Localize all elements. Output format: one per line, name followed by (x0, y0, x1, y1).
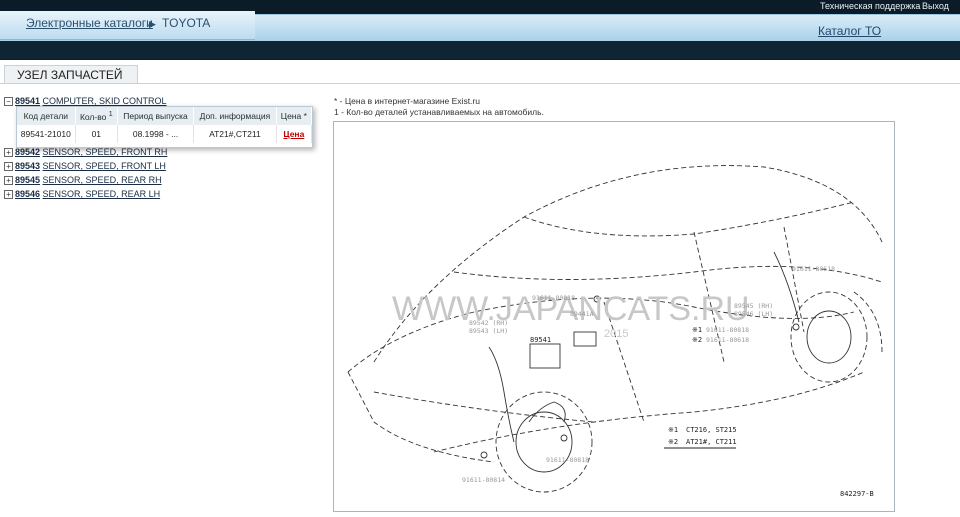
catalog-to-link[interactable]: Каталог ТО (818, 24, 881, 38)
tree-item-89542[interactable]: +89542 SENSOR, SPEED, FRONT RH (4, 147, 168, 158)
note-qty: 1 - Кол-во деталей устанавливаемых на ав… (334, 107, 544, 117)
section-tab: УЗЕЛ ЗАПЧАСТЕЙ (4, 65, 138, 84)
tree-item-name: SENSOR, SPEED, FRONT RH (42, 147, 168, 157)
tree-item-name: SENSOR, SPEED, REAR RH (42, 175, 162, 185)
cell-code: 89541-21010 (17, 125, 76, 143)
label-bolt-bottom: 91611-80814 (462, 476, 505, 484)
column-header-qty: Кол-во 1 (75, 107, 118, 125)
tree-item-code: 89541 (15, 96, 41, 106)
side-mark-1: ※1 (692, 326, 702, 334)
tree-item-code: 89545 (15, 175, 41, 185)
cell-info: AT21#,CT211 (193, 125, 277, 143)
label-89441a: 89441A (570, 310, 594, 318)
tree-item-89541[interactable]: −89541 COMPUTER, SKID CONTROL (4, 96, 167, 107)
figure-number: 842297-B (840, 490, 874, 498)
tree-item-89545[interactable]: +89545 SENSOR, SPEED, REAR RH (4, 175, 162, 186)
section-divider (0, 83, 960, 84)
side-mark-2: ※2 (692, 336, 702, 344)
label-bolt-mid1: 91611-80818 (706, 326, 749, 334)
label-89543: 89543 (LH) (469, 327, 508, 335)
table-row: 89541-21010 01 08.1998 - ... AT21#,CT211… (17, 125, 313, 143)
header-band (0, 41, 960, 59)
legend-text-2: AT21#, CT211 (686, 438, 737, 446)
tree-item-name: COMPUTER, SKID CONTROL (42, 96, 167, 106)
car-line-drawing: WWW.JAPANCATS.RU 2015 91611-80818 89441A… (347, 165, 883, 498)
legend-mark-1: ※1 (668, 426, 678, 434)
label-bolt-right: 91611-80618 (792, 265, 835, 273)
table-header-row: Код детали Кол-во 1 Период выпуска Доп. … (17, 107, 313, 125)
watermark-year: 2015 (604, 328, 628, 340)
label-89545: 89545 (RH) (734, 302, 773, 310)
chevron-right-icon: ▶ (149, 19, 156, 29)
label-bolt-wheel: 91611-80818 (546, 456, 589, 464)
qty-footnote-mark: 1 (108, 110, 113, 119)
expand-icon[interactable]: + (4, 190, 13, 200)
column-header-price: Цена * (276, 107, 313, 125)
tree-item-code: 89542 (15, 147, 41, 157)
collapse-icon[interactable]: − (4, 97, 13, 107)
column-header-period: Период выпуска (117, 107, 195, 125)
tree-item-code: 89546 (15, 189, 41, 199)
price-footnote-mark: * (303, 111, 307, 121)
breadcrumb-electronic-catalogs[interactable]: Электронные каталоги (26, 16, 153, 30)
legend-text-1: CT216, ST215 (686, 426, 737, 434)
parts-table: Код детали Кол-во 1 Период выпуска Доп. … (17, 107, 313, 143)
price-link[interactable]: Цена (276, 125, 313, 143)
label-89541: 89541 (530, 336, 551, 344)
column-header-code: Код детали (17, 107, 76, 125)
tree-item-name: SENSOR, SPEED, REAR LH (42, 189, 161, 199)
cell-period: 08.1998 - ... (117, 125, 195, 143)
parts-diagram: WWW.JAPANCATS.RU 2015 91611-80818 89441A… (333, 121, 895, 512)
label-bolt-mid2: 91611-80618 (706, 336, 749, 344)
parts-popup: Код детали Кол-во 1 Период выпуска Доп. … (16, 106, 313, 148)
legend-mark-2: ※2 (668, 438, 678, 446)
label-89542: 89542 (RH) (469, 319, 508, 327)
tree-item-code: 89543 (15, 161, 41, 171)
tree-item-89546[interactable]: +89546 SENSOR, SPEED, REAR LH (4, 189, 161, 200)
cell-qty: 01 (75, 125, 118, 143)
note-price: * - Цена в интернет-магазине Exist.ru (334, 96, 480, 106)
support-link[interactable]: Техническая поддержка (820, 1, 920, 11)
tree-item-name: SENSOR, SPEED, FRONT LH (42, 161, 166, 171)
expand-icon[interactable]: + (4, 176, 13, 186)
label-89546: 89546 (LH) (734, 310, 773, 318)
breadcrumb-toyota: TOYOTA (162, 16, 211, 30)
label-bolt-top: 91611-80818 (532, 294, 575, 302)
logout-link[interactable]: Выход (922, 1, 949, 11)
column-header-info: Доп. информация (193, 107, 277, 125)
expand-icon[interactable]: + (4, 148, 13, 158)
expand-icon[interactable]: + (4, 162, 13, 172)
tree-item-89543[interactable]: +89543 SENSOR, SPEED, FRONT LH (4, 161, 166, 172)
section-title: УЗЕЛ ЗАПЧАСТЕЙ (17, 68, 123, 82)
